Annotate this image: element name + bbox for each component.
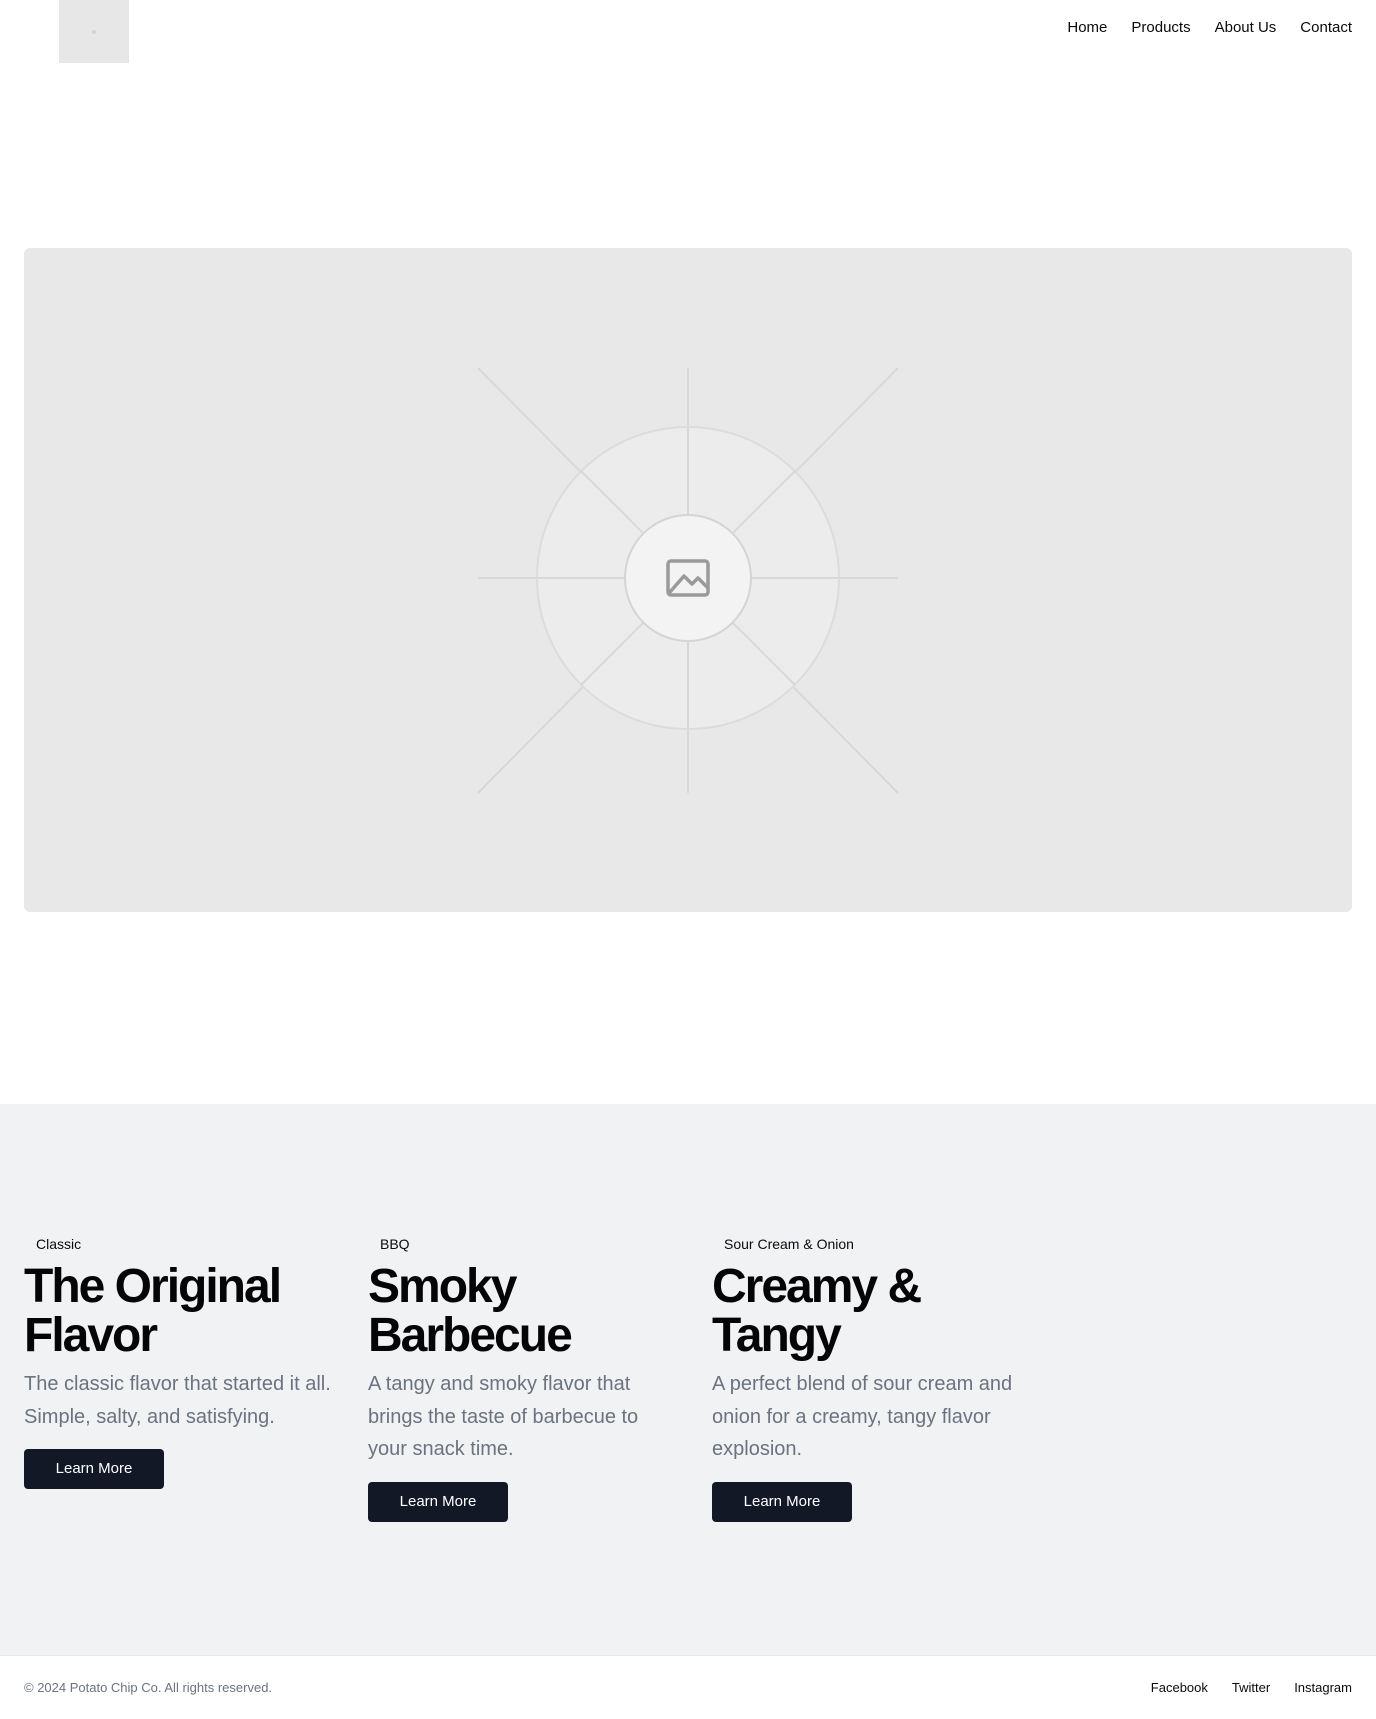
copyright-text: © 2024 Potato Chip Co. All rights reserv…: [24, 1680, 273, 1695]
product-description: A perfect blend of sour cream and onion …: [712, 1373, 1013, 1460]
logo[interactable]: [59, 0, 129, 63]
product-tag: BBQ: [380, 1236, 410, 1252]
product-description: A tangy and smoky flavor that brings the…: [368, 1373, 639, 1460]
nav-home[interactable]: Home: [1067, 16, 1107, 40]
nav-about-us[interactable]: About Us: [1215, 16, 1277, 40]
site-header: Home Products About Us Contact: [0, 0, 1376, 64]
image-placeholder-graphic: [477, 367, 899, 794]
site-footer: © 2024 Potato Chip Co. All rights reserv…: [0, 1655, 1376, 1719]
main-nav: Home Products About Us Contact: [1067, 16, 1352, 40]
product-title: Creamy & Tangy: [712, 1260, 922, 1362]
learn-more-button[interactable]: Learn More: [712, 1481, 852, 1522]
product-tag: Sour Cream & Onion: [724, 1236, 854, 1252]
product-card-sour-cream-onion: Sour Cream & Onion Creamy & Tangy A perf…: [712, 1234, 1032, 1522]
hero-image: [24, 248, 1352, 912]
facebook-link[interactable]: Facebook: [1151, 1678, 1208, 1698]
nav-contact[interactable]: Contact: [1300, 16, 1352, 40]
image-placeholder-icon: [92, 29, 96, 34]
products-section: Classic The Original Flavor The classic …: [0, 1104, 1376, 1655]
twitter-link[interactable]: Twitter: [1232, 1678, 1270, 1698]
social-links: Facebook Twitter Instagram: [1151, 1678, 1352, 1698]
product-title: The Original Flavor: [24, 1260, 282, 1362]
product-tag: Classic: [36, 1236, 82, 1252]
product-card-bbq: BBQ Smoky Barbecue A tangy and smoky fla…: [368, 1234, 688, 1522]
product-title: Smoky Barbecue: [368, 1260, 573, 1362]
instagram-link[interactable]: Instagram: [1294, 1678, 1352, 1698]
product-description: The classic flavor that started it all. …: [24, 1373, 331, 1428]
product-card-classic: Classic The Original Flavor The classic …: [24, 1234, 344, 1489]
learn-more-button[interactable]: Learn More: [24, 1449, 164, 1489]
nav-products[interactable]: Products: [1131, 16, 1190, 40]
learn-more-button[interactable]: Learn More: [368, 1481, 508, 1522]
